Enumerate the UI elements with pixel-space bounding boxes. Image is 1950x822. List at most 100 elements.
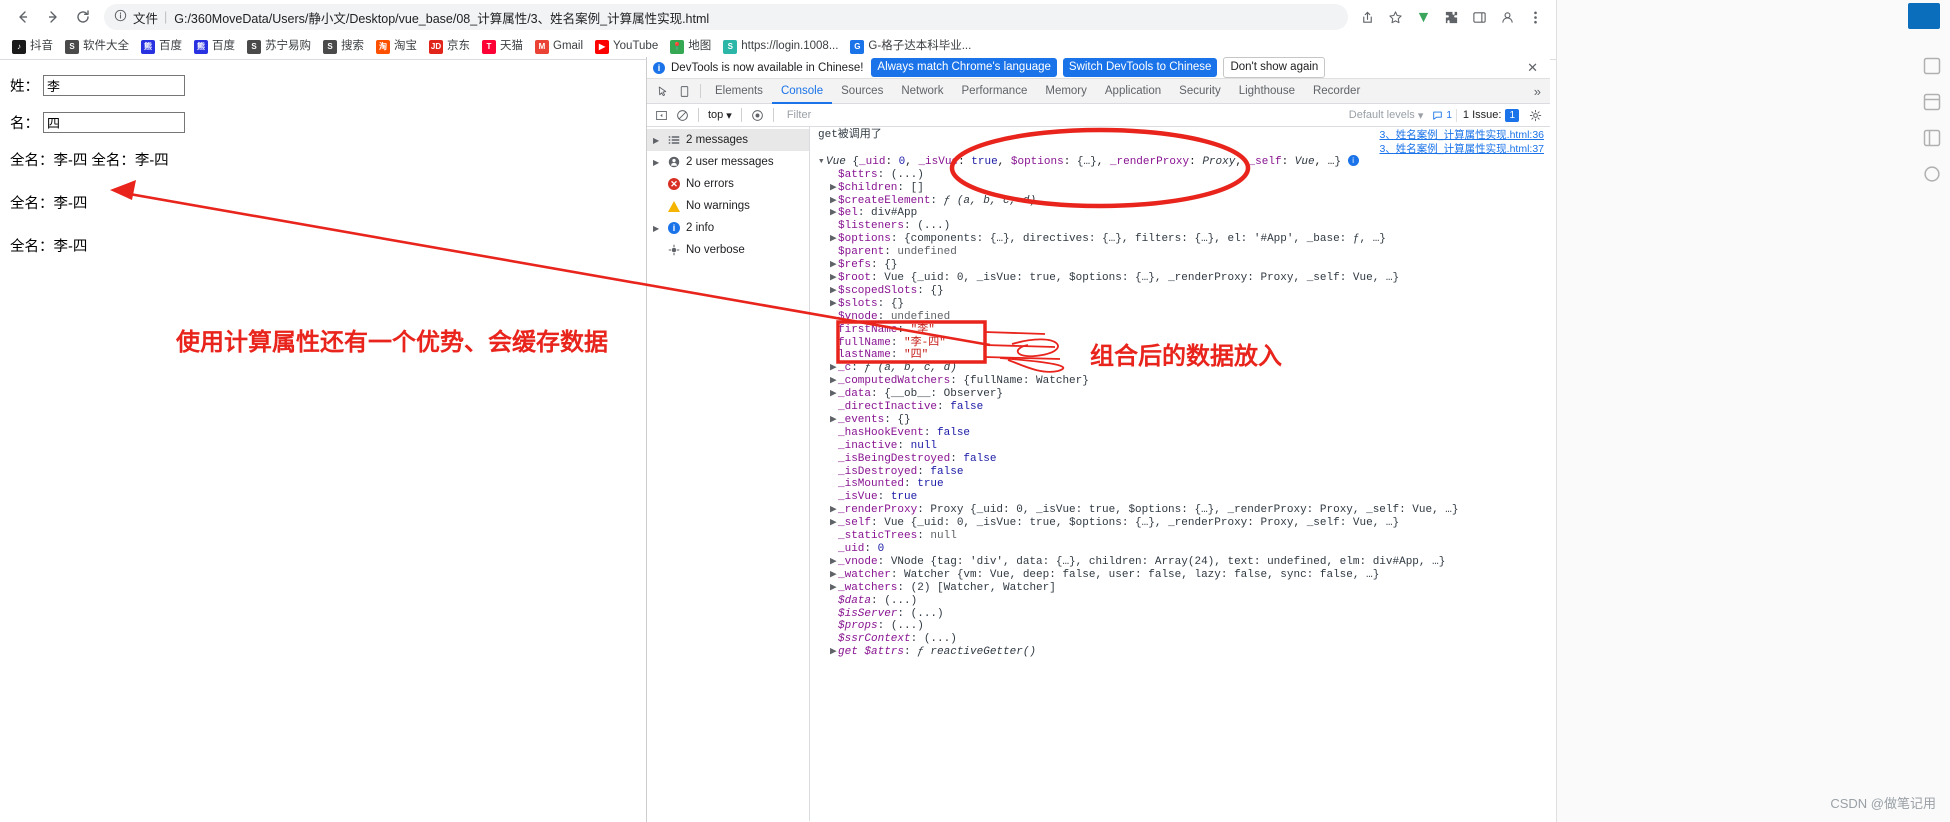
bookmark-item[interactable]: 淘淘宝	[370, 38, 423, 56]
expand-arrow-icon[interactable]: ▶	[653, 158, 662, 167]
profile-avatar-icon[interactable]	[1494, 4, 1520, 30]
console-property-row: ▶_vnode: VNode {tag: 'div', data: {…}, c…	[830, 555, 1446, 568]
chrome-menu-icon[interactable]	[1522, 4, 1548, 30]
extensions-puzzle-icon[interactable]	[1438, 4, 1464, 30]
console-property-row: fullName: "李-四"	[838, 336, 946, 349]
info-icon: i	[653, 61, 665, 74]
tab-network[interactable]: Network	[892, 79, 952, 104]
console-source-link[interactable]: 3、姓名案例_计算属性实现.html:37	[1379, 143, 1544, 156]
bookmark-item[interactable]: S 苏宁易购	[241, 38, 317, 56]
inspect-element-icon[interactable]	[651, 80, 673, 102]
bookmark-favicon-icon: S	[247, 39, 261, 54]
console-property-row: $parent: undefined	[838, 246, 957, 259]
bookmark-star-icon[interactable]	[1382, 4, 1408, 30]
execution-context-select[interactable]: top ▾	[704, 109, 736, 122]
bookmark-item[interactable]: T 天猫	[476, 38, 529, 56]
side-icon-3[interactable]	[1922, 128, 1944, 150]
tab-overflow-icon[interactable]: »	[1530, 84, 1545, 99]
console-property-row: $data: (...)	[838, 594, 918, 607]
console-property-row: firstName: "李"	[838, 323, 935, 336]
bookmark-item[interactable]: ♪ 抖音	[6, 38, 59, 56]
bookmark-label: 百度	[212, 39, 235, 52]
tab-application[interactable]: Application	[1096, 79, 1170, 104]
url-scheme-label: 文件	[133, 11, 159, 26]
givenname-input[interactable]	[43, 112, 185, 133]
page-info-icon[interactable]	[114, 9, 127, 25]
tab-performance[interactable]: Performance	[953, 79, 1037, 104]
bookmark-favicon-icon: T	[482, 39, 496, 54]
address-bar[interactable]: 文件 | G:/360MoveData/Users/静小文/Desktop/vu…	[104, 4, 1348, 30]
surname-input[interactable]	[43, 75, 185, 96]
live-expression-eye-icon[interactable]	[747, 105, 768, 126]
tab-sources[interactable]: Sources	[832, 79, 892, 104]
always-match-language-button[interactable]: Always match Chrome's language	[871, 58, 1057, 77]
console-sidebar-item-label: No errors	[686, 178, 734, 190]
verbose-icon	[667, 243, 681, 257]
close-icon[interactable]: ✕	[1521, 60, 1544, 76]
console-sidebar-toggle-icon[interactable]	[651, 105, 672, 126]
console-filter-bar: top ▾ Default levels ▾ 1 1 Issue: 1	[647, 104, 1550, 127]
dont-show-again-button[interactable]: Don't show again	[1223, 57, 1326, 78]
console-property-row: $ssrContext: (...)	[838, 633, 957, 646]
filter-input[interactable]	[778, 108, 1344, 122]
tab-recorder[interactable]: Recorder	[1304, 79, 1369, 104]
forward-arrow-icon[interactable]	[38, 2, 68, 32]
issues-chip[interactable]: 1 Issue: 1	[1455, 108, 1525, 122]
console-property-row: _isMounted: true	[838, 478, 944, 491]
bookmark-item[interactable]: G G-格子达本科毕业...	[844, 38, 977, 56]
device-toolbar-icon[interactable]	[673, 80, 695, 102]
tab-console[interactable]: Console	[771, 79, 833, 104]
expand-arrow-icon[interactable]: ▶	[653, 224, 662, 233]
messages-count-chip[interactable]: 1	[1428, 110, 1456, 121]
bookmark-favicon-icon: 熊	[141, 39, 155, 54]
bookmark-item[interactable]: Shttps://login.1008...	[717, 38, 844, 56]
side-icon-1[interactable]	[1922, 56, 1944, 78]
bookmark-item[interactable]: M Gmail	[529, 38, 589, 56]
tab-security[interactable]: Security	[1170, 79, 1230, 104]
bookmark-item[interactable]: JD 京东	[423, 38, 476, 56]
devtools-settings-gear-icon[interactable]	[1525, 105, 1546, 126]
console-source-link[interactable]: 3、姓名案例_计算属性实现.html:36	[1379, 129, 1544, 142]
console-sidebar-item[interactable]: ✕ No errors	[647, 173, 809, 195]
console-property-row: _hasHookEvent: false	[838, 426, 971, 439]
console-property-row: _uid: 0	[838, 543, 885, 555]
bookmark-item[interactable]: 📍 地图	[664, 38, 717, 56]
console-output: 3、姓名案例_计算属性实现.html:36 3、姓名案例_计算属性实现.html:…	[810, 127, 1550, 821]
bookmark-favicon-icon: S	[323, 39, 337, 54]
log-levels-select[interactable]: Default levels ▾	[1344, 109, 1429, 122]
share-icon[interactable]	[1354, 4, 1380, 30]
extension-v-icon[interactable]	[1410, 4, 1436, 30]
reload-icon[interactable]	[68, 2, 98, 32]
bookmark-item[interactable]: 熊百度	[135, 38, 188, 56]
switch-devtools-chinese-button[interactable]: Switch DevTools to Chinese	[1062, 58, 1218, 77]
banner-message: DevTools is now available in Chinese!	[671, 61, 864, 74]
bookmark-item[interactable]: S 搜索	[317, 38, 370, 56]
bookmark-item[interactable]: 熊百度	[188, 38, 241, 56]
bookmark-item[interactable]: S 软件大全	[59, 38, 135, 56]
console-sidebar-item[interactable]: No warnings	[647, 195, 809, 217]
side-icon-2[interactable]	[1922, 92, 1944, 114]
console-property-row: _isDestroyed: false	[838, 465, 964, 478]
expand-arrow-icon[interactable]: ▶	[653, 136, 662, 145]
console-property-row: ▶$scopedSlots: {}	[830, 284, 944, 297]
console-property-row: ▶_c: ƒ (a, b, c, d)	[830, 362, 957, 375]
bookmark-item[interactable]: ▶ YouTube	[589, 38, 664, 56]
console-sidebar-item[interactable]: No verbose	[647, 239, 809, 261]
tab-elements[interactable]: Elements	[706, 79, 772, 104]
console-property-row: _staticTrees: null	[838, 530, 957, 543]
console-property-row: $vnode: undefined	[838, 310, 951, 323]
window-restore-button[interactable]	[1908, 3, 1940, 29]
console-sidebar-item[interactable]: ▶ 2 messages	[647, 129, 809, 151]
clear-console-icon[interactable]	[672, 105, 693, 126]
bookmark-favicon-icon: S	[723, 39, 738, 54]
tab-memory[interactable]: Memory	[1036, 79, 1096, 104]
console-sidebar-item-label: 2 user messages	[686, 156, 774, 168]
warning-icon	[667, 199, 681, 213]
back-arrow-icon[interactable]	[8, 2, 38, 32]
console-property-row: $isServer: (...)	[838, 607, 944, 620]
sidebar-toggle-icon[interactable]	[1466, 4, 1492, 30]
tab-lighthouse[interactable]: Lighthouse	[1230, 79, 1304, 104]
console-sidebar-item[interactable]: ▶ i 2 info	[647, 217, 809, 239]
console-sidebar-item[interactable]: ▶ 2 user messages	[647, 151, 809, 173]
side-icon-4[interactable]	[1922, 164, 1944, 186]
